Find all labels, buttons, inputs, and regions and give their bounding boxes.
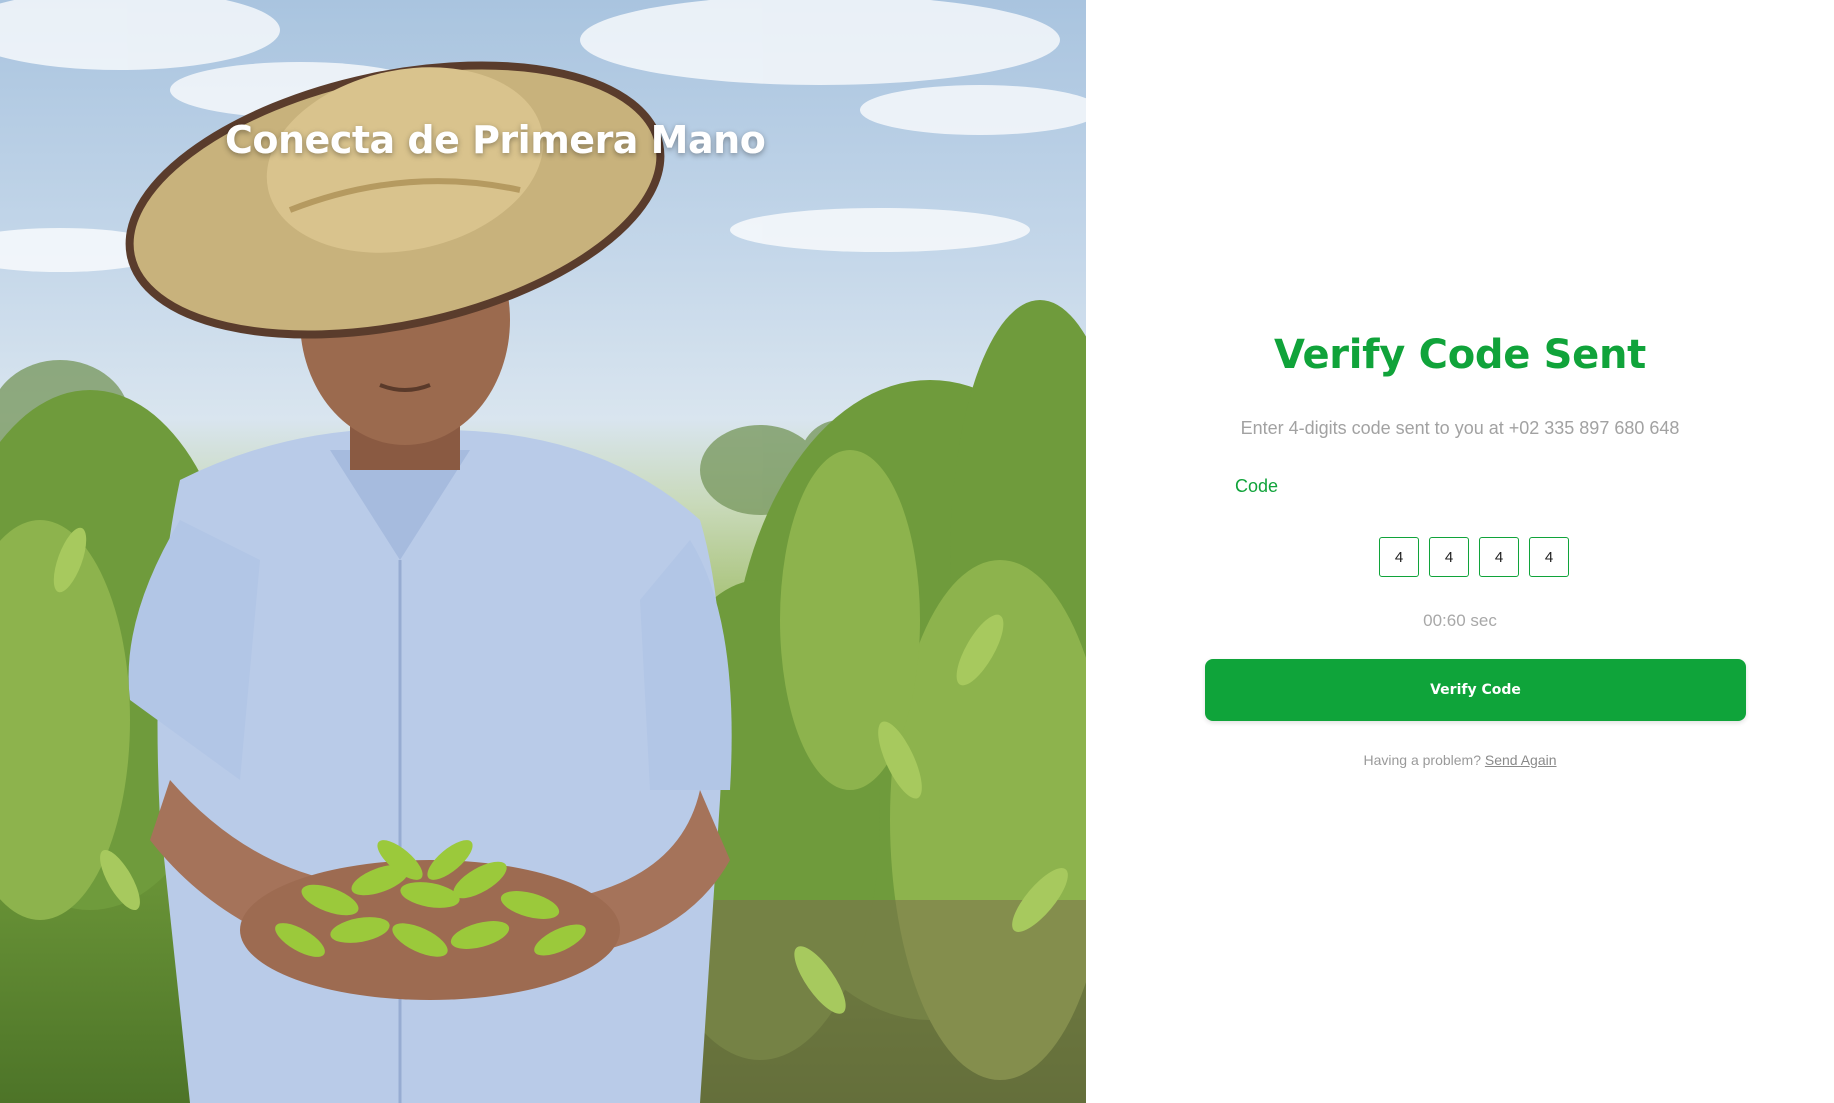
verify-code-button[interactable]: Verify Code — [1205, 659, 1746, 721]
help-line: Having a problem? Send Again — [1086, 752, 1834, 768]
countdown-timer: 00:60 sec — [1423, 611, 1497, 630]
page-title: Verify Code Sent — [1274, 332, 1646, 378]
farmer-photo — [0, 0, 1086, 1103]
help-text: Having a problem? — [1363, 752, 1481, 768]
code-digit-2[interactable] — [1429, 537, 1469, 577]
code-label: Code — [1235, 476, 1279, 496]
code-digit-4[interactable] — [1529, 537, 1569, 577]
code-digit-3[interactable] — [1479, 537, 1519, 577]
verify-panel: Verify Code Sent Enter 4-digits code sen… — [1086, 0, 1834, 1103]
code-digit-1[interactable] — [1379, 537, 1419, 577]
hero-image: Conecta de Primera Mano — [0, 0, 1086, 1103]
hero-title: Conecta de Primera Mano — [225, 118, 766, 162]
code-input-group — [1379, 537, 1569, 577]
instructions-text: Enter 4-digits code sent to you at +02 3… — [1240, 418, 1680, 438]
send-again-link[interactable]: Send Again — [1485, 752, 1557, 768]
